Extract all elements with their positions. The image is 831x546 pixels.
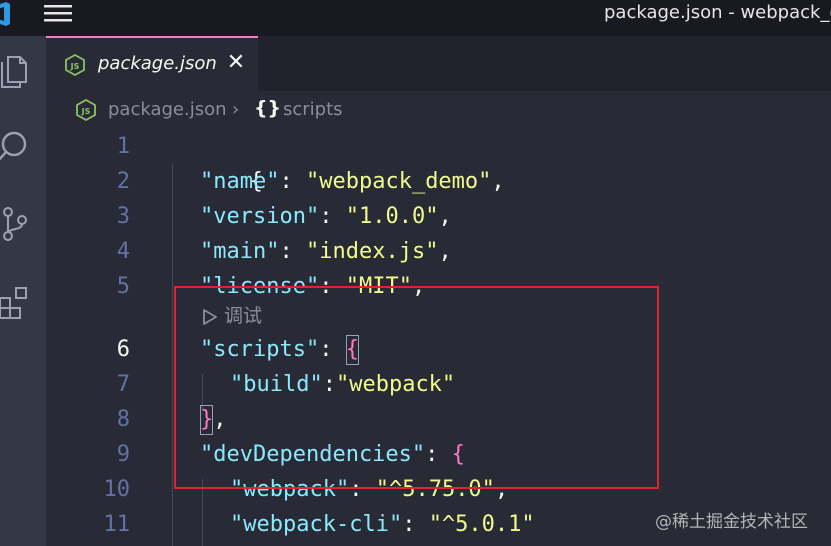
code-comma: , xyxy=(438,204,452,229)
braces-icon: {} xyxy=(254,97,282,119)
code-line-active: "scripts": { xyxy=(200,332,359,367)
activity-bar xyxy=(0,36,46,546)
code-colon: : xyxy=(319,274,346,299)
matched-brace: } xyxy=(200,405,214,435)
code-comma: , xyxy=(438,239,452,264)
code-line: "license": "MIT", xyxy=(200,269,425,304)
code-line: "build":"webpack" xyxy=(230,367,455,402)
line-number: 10 xyxy=(103,477,131,502)
source-control-icon[interactable] xyxy=(0,206,32,242)
play-icon xyxy=(203,308,217,325)
code-line: "main": "index.js", xyxy=(200,234,452,269)
menu-icon[interactable] xyxy=(44,3,72,23)
code-brace: { xyxy=(451,442,465,467)
json-key: "scripts" xyxy=(200,337,320,362)
title-bar: package.json - webpack_de xyxy=(0,0,831,36)
svg-text:JS: JS xyxy=(70,62,80,71)
line-number: 9 xyxy=(116,442,130,467)
line-number-active: 6 xyxy=(116,337,130,362)
code-colon: : xyxy=(279,239,306,264)
codelens-label: 调试 xyxy=(224,305,263,327)
line-number: 8 xyxy=(116,407,130,432)
json-key: "main" xyxy=(200,239,280,264)
debug-codelens[interactable]: 调试 xyxy=(202,302,262,330)
js-file-icon: JS xyxy=(76,99,96,121)
line-number: 2 xyxy=(116,169,130,194)
matched-brace: { xyxy=(345,335,359,365)
line-number: 5 xyxy=(116,274,130,299)
json-key: "license" xyxy=(200,274,320,299)
json-string: "^5.75.0" xyxy=(375,477,495,502)
code-line: "webpack": "^5.75.0", xyxy=(230,472,508,507)
code-comma: , xyxy=(491,169,505,194)
line-number: 1 xyxy=(116,134,130,159)
code-colon: : xyxy=(319,204,346,229)
extensions-icon[interactable] xyxy=(0,284,32,320)
json-key: "build" xyxy=(230,372,323,397)
json-key: "webpack" xyxy=(230,477,350,502)
code-colon: : xyxy=(322,372,336,397)
files-icon[interactable] xyxy=(0,54,32,90)
vscode-window: package.json - webpack_de JS package.jso… xyxy=(0,0,831,546)
line-number: 3 xyxy=(116,204,130,229)
breadcrumb: JS package.json › {} scripts xyxy=(46,91,831,129)
code-colon: : xyxy=(319,337,346,362)
vscode-logo-icon[interactable] xyxy=(0,2,10,26)
code-colon: : xyxy=(402,512,429,537)
chevron-right-icon: › xyxy=(232,99,240,120)
code-colon: : xyxy=(349,477,376,502)
code-comma: , xyxy=(411,274,426,299)
js-file-icon: JS xyxy=(65,54,85,76)
code-line: "version": "1.0.0", xyxy=(200,199,452,234)
json-string: "^5.0.1" xyxy=(428,512,535,537)
code-line: "name": "webpack_demo", xyxy=(200,164,505,199)
json-string: "webpack" xyxy=(335,372,456,397)
tab-label: package.json xyxy=(98,53,217,74)
close-icon[interactable]: ✕ xyxy=(226,52,246,74)
breadcrumb-symbol[interactable]: scripts xyxy=(283,99,343,120)
code-line: "webpack-cli": "^5.0.1" xyxy=(230,507,535,542)
code-line: { xyxy=(170,129,262,194)
indent-guide xyxy=(202,479,203,546)
json-key: "name" xyxy=(200,169,280,194)
json-string: "MIT" xyxy=(345,274,412,299)
json-string: "webpack_demo" xyxy=(305,169,492,194)
code-colon: : xyxy=(425,442,452,467)
tab-bar: JS package.json ✕ xyxy=(46,36,831,91)
line-number: 11 xyxy=(103,512,131,537)
tab-package-json[interactable]: JS package.json ✕ xyxy=(46,36,258,91)
line-number: 7 xyxy=(116,372,130,397)
search-icon[interactable] xyxy=(0,128,32,164)
code-editor[interactable]: 1 2 3 4 5 6 7 8 9 10 11 { "name": "webpa… xyxy=(46,129,831,546)
breadcrumb-file[interactable]: package.json xyxy=(108,99,227,120)
code-colon: : xyxy=(279,169,306,194)
code-line: }, xyxy=(200,402,227,437)
window-title: package.json - webpack_de xyxy=(604,2,831,23)
code-line: "devDependencies": { xyxy=(200,437,465,472)
line-number: 4 xyxy=(116,239,130,264)
json-string: "1.0.0" xyxy=(345,204,439,229)
code-comma: , xyxy=(494,477,509,502)
json-key: "devDependencies" xyxy=(200,442,426,467)
json-key: "version" xyxy=(200,204,320,229)
json-key: "webpack-cli" xyxy=(230,512,403,537)
watermark: @稀土掘金技术社区 xyxy=(655,512,808,532)
code-comma: , xyxy=(213,407,227,432)
svg-text:JS: JS xyxy=(81,107,91,116)
json-string: "index.js" xyxy=(305,239,439,264)
